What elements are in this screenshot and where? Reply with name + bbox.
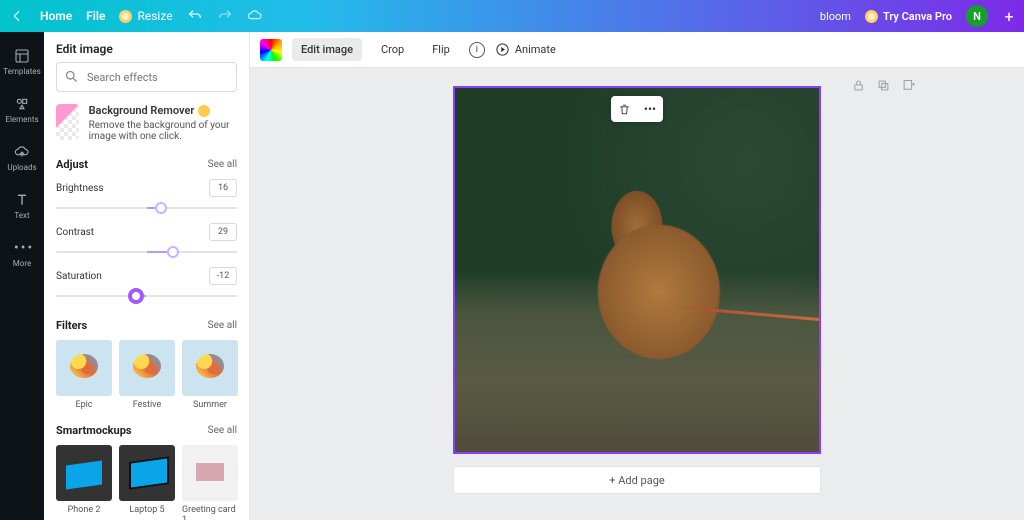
- selected-image[interactable]: [455, 88, 819, 452]
- resize-button[interactable]: Resize: [119, 9, 172, 23]
- ctx-edit-image[interactable]: Edit image: [292, 38, 362, 61]
- ctx-crop[interactable]: Crop: [372, 38, 413, 61]
- smartmockups-see-all[interactable]: See all: [208, 425, 237, 436]
- top-right-group: bloom Try Canva Pro N +: [820, 5, 1016, 27]
- color-picker-button[interactable]: [260, 39, 282, 61]
- adjust-header: Adjust See all: [56, 158, 237, 171]
- try-pro-label: Try Canva Pro: [883, 10, 952, 23]
- try-pro-button[interactable]: Try Canva Pro: [865, 10, 952, 23]
- undo-button[interactable]: [187, 8, 203, 24]
- rail-more[interactable]: ••• More: [0, 232, 44, 276]
- back-button[interactable]: [8, 8, 26, 24]
- filter-festive[interactable]: Festive: [119, 340, 175, 410]
- pro-badge-icon: [198, 105, 210, 117]
- brightness-slider[interactable]: [56, 199, 237, 217]
- home-link[interactable]: Home: [40, 9, 72, 23]
- more-icon: •••: [644, 102, 656, 116]
- uploads-icon: [14, 144, 30, 160]
- left-nav-rail: Templates Elements Uploads Text ••• More: [0, 32, 44, 520]
- saturation-control: Saturation -12: [56, 267, 237, 305]
- panel-title: Edit image: [44, 32, 249, 62]
- contrast-slider[interactable]: [56, 243, 237, 261]
- rail-uploads[interactable]: Uploads: [0, 136, 44, 180]
- ctx-flip[interactable]: Flip: [423, 38, 459, 61]
- add-page-button[interactable]: + Add page: [453, 466, 821, 494]
- animate-icon: [495, 42, 510, 57]
- more-icon: •••: [14, 240, 30, 256]
- saturation-value[interactable]: -12: [209, 267, 237, 285]
- more-options-button[interactable]: •••: [637, 96, 663, 122]
- cloud-save-icon[interactable]: [247, 8, 263, 24]
- bg-remover-card[interactable]: Background Remover Remove the background…: [56, 104, 237, 142]
- filters-row: Epic Festive Summer: [56, 340, 237, 410]
- context-toolbar: Edit image Crop Flip i Animate: [250, 32, 1024, 68]
- mockup-laptop5[interactable]: Laptop 5: [119, 445, 175, 520]
- lock-icon[interactable]: [851, 78, 866, 93]
- adjust-see-all[interactable]: See all: [208, 159, 237, 170]
- bg-remover-desc: Remove the background of your image with…: [89, 120, 237, 142]
- panel-scroll[interactable]: Background Remover Remove the background…: [44, 62, 249, 520]
- search-input[interactable]: [56, 62, 237, 92]
- delete-button[interactable]: [611, 96, 637, 122]
- contrast-control: Contrast 29: [56, 223, 237, 261]
- filter-summer[interactable]: Summer: [182, 340, 238, 410]
- crown-pro-icon: [865, 10, 878, 23]
- brightness-control: Brightness 16: [56, 179, 237, 217]
- top-menu-bar: Home File Resize bloom Try Canva Pro N +: [0, 0, 1024, 32]
- contrast-value[interactable]: 29: [209, 223, 237, 241]
- selection-toolbar: •••: [611, 96, 663, 122]
- project-name[interactable]: bloom: [820, 10, 851, 23]
- search-icon: [64, 69, 79, 84]
- top-left-group: Home File Resize: [8, 8, 263, 24]
- rail-text[interactable]: Text: [0, 184, 44, 228]
- resize-label: Resize: [137, 9, 172, 23]
- smartmockups-row: Phone 2 Laptop 5 Greeting card 1: [56, 445, 237, 520]
- filters-header: Filters See all: [56, 319, 237, 332]
- filters-see-all[interactable]: See all: [208, 320, 237, 331]
- rail-elements[interactable]: Elements: [0, 88, 44, 132]
- bg-remover-title: Background Remover: [89, 104, 237, 117]
- chevron-left-icon: [9, 8, 25, 24]
- effects-search: [56, 62, 237, 92]
- text-icon: [14, 192, 30, 208]
- stage-area: Edit image Crop Flip i Animate: [250, 32, 1024, 520]
- info-button[interactable]: i: [469, 42, 485, 58]
- canvas-wrap: ••• + Add page: [250, 68, 1024, 520]
- trash-icon: [618, 103, 631, 116]
- bg-remover-thumb: [56, 104, 79, 140]
- user-avatar[interactable]: N: [966, 5, 988, 27]
- page-action-icons: [851, 78, 916, 93]
- brightness-value[interactable]: 16: [209, 179, 237, 197]
- file-menu[interactable]: File: [86, 9, 105, 23]
- elements-icon: [14, 96, 30, 112]
- ctx-animate[interactable]: Animate: [495, 42, 556, 57]
- rail-templates[interactable]: Templates: [0, 40, 44, 84]
- add-page-icon[interactable]: [901, 78, 916, 93]
- mockup-greetingcard1[interactable]: Greeting card 1: [182, 445, 238, 520]
- mockup-phone2[interactable]: Phone 2: [56, 445, 112, 520]
- filter-epic[interactable]: Epic: [56, 340, 112, 410]
- edit-image-panel: Edit image Background Remover Remove the…: [44, 32, 250, 520]
- invite-plus-button[interactable]: +: [1002, 7, 1016, 26]
- saturation-slider[interactable]: [56, 287, 237, 305]
- duplicate-icon[interactable]: [876, 78, 891, 93]
- redo-button[interactable]: [217, 8, 233, 24]
- templates-icon: [14, 48, 30, 64]
- smartmockups-header: Smartmockups See all: [56, 424, 237, 437]
- crown-pro-icon: [119, 10, 132, 23]
- canvas-page[interactable]: •••: [453, 86, 821, 454]
